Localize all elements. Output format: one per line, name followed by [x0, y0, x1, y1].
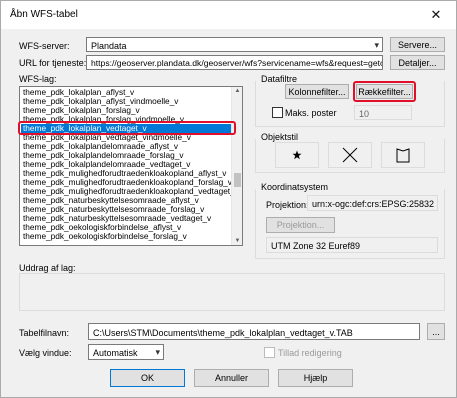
extract-area [19, 273, 445, 311]
url-label: URL for tjeneste: [19, 58, 87, 68]
row-filter-highlight [353, 81, 416, 102]
chevron-down-icon: ▾ [155, 347, 160, 357]
server-select[interactable]: Plandata ▾ [86, 37, 383, 52]
scroll-up-icon[interactable]: ▲ [232, 88, 242, 94]
list-scrollbar[interactable]: ▲ ▼ [231, 87, 242, 245]
allow-edit-label: Tillad redigering [278, 348, 342, 358]
server-label: WFS-server: [19, 41, 70, 51]
view-select[interactable]: Automatisk ▾ [88, 344, 164, 360]
cancel-button[interactable]: Annuller [194, 369, 269, 387]
ok-button[interactable]: OK [110, 369, 185, 387]
title-bar: Åbn WFS-tabel ✕ [1, 1, 456, 29]
projection-label: Projektion: [266, 200, 309, 210]
filters-group [255, 81, 445, 127]
servers-button[interactable]: Servere... [390, 37, 445, 52]
browse-button[interactable]: ... [427, 323, 445, 340]
allow-edit-checkbox[interactable] [264, 347, 275, 358]
layers-list[interactable]: theme_pdk_lokalplan_aflyst_v theme_pdk_l… [19, 86, 243, 246]
star-icon [292, 150, 302, 160]
help-button[interactable]: Hjælp [278, 369, 353, 387]
details-button[interactable]: Detaljer... [390, 55, 445, 70]
line-icon [342, 147, 358, 163]
selected-layer-highlight [18, 121, 236, 135]
chevron-down-icon: ▾ [374, 40, 379, 50]
scroll-thumb[interactable] [234, 173, 241, 187]
extract-label: Uddrag af lag: [19, 263, 76, 273]
max-posts-checkbox[interactable] [272, 107, 283, 118]
view-label: Vælg vindue: [19, 348, 72, 358]
table-file-field[interactable]: C:\Users\STM\Documents\theme_pdk_lokalpl… [88, 323, 420, 340]
projection-button[interactable]: Projektion... [266, 217, 335, 233]
table-file-label: Tabelfilnavn: [19, 328, 70, 338]
list-item[interactable]: theme_pdk_oekologiskforbindelse_forslag_… [23, 232, 229, 241]
close-icon[interactable]: ✕ [416, 1, 456, 29]
url-field[interactable]: https://geoserver.plandata.dk/geoserver/… [86, 55, 383, 70]
region-icon [396, 148, 410, 163]
view-select-value: Automatisk [93, 348, 138, 358]
column-filter-button[interactable]: Kolonnefilter... [285, 84, 349, 99]
max-posts-field[interactable]: 10 [354, 105, 412, 120]
line-style-button[interactable] [328, 142, 372, 168]
window-title: Åbn WFS-tabel [10, 9, 78, 20]
projection-field: urn:x-ogc:def:crs:EPSG:25832 [307, 195, 438, 211]
open-wfs-dialog: Åbn WFS-tabel ✕ WFS-server: Plandata ▾ S… [0, 0, 457, 398]
server-select-value: Plandata [91, 41, 127, 51]
coord-system-name: UTM Zone 32 Euref89 [266, 237, 438, 253]
symbol-style-button[interactable] [275, 142, 319, 168]
layers-label: WFS-lag: [19, 74, 57, 84]
region-style-button[interactable] [381, 142, 425, 168]
max-posts-label: Maks. poster [285, 108, 337, 118]
scroll-down-icon[interactable]: ▼ [232, 238, 242, 244]
